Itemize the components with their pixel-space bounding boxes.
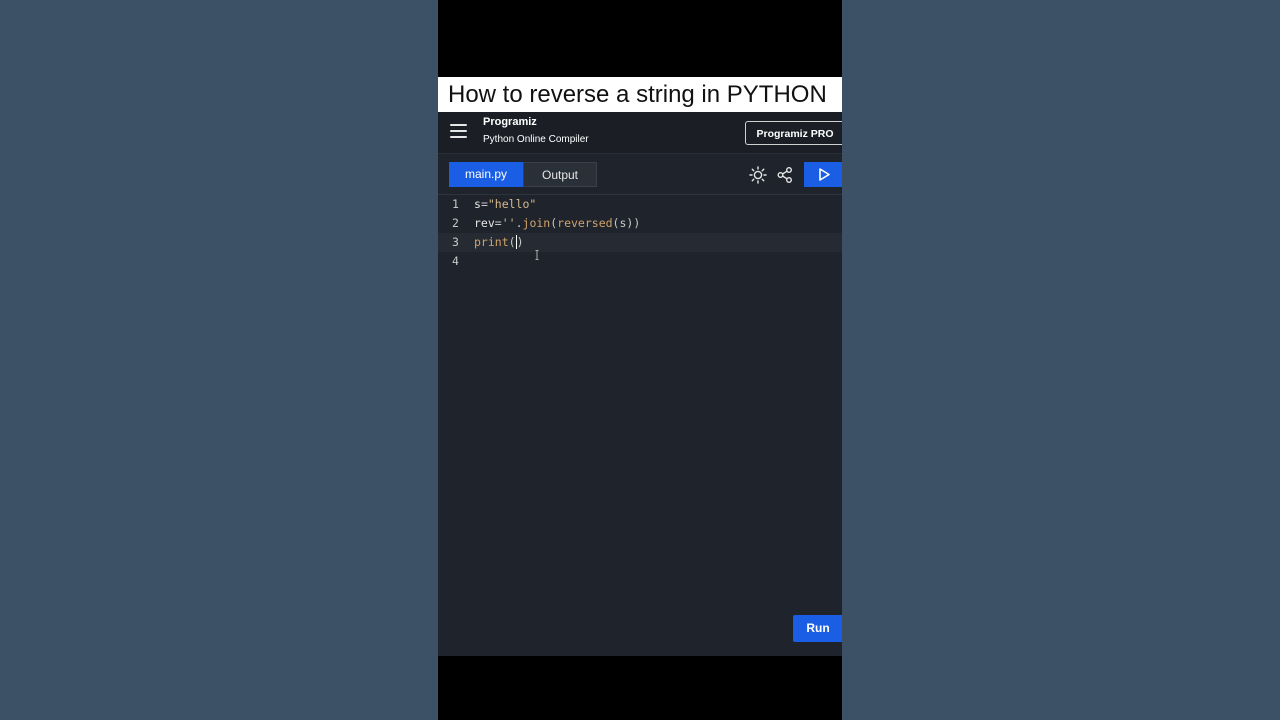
code-line: 2 rev=''.join(reversed(s)) [438, 214, 842, 233]
brand-subtitle: Python Online Compiler [483, 134, 589, 145]
code-text: s="hello" [474, 197, 537, 211]
share-icon[interactable] [776, 166, 794, 184]
video-caption: How to reverse a string in PYTHON [438, 77, 842, 112]
code-text: rev=''.join(reversed(s)) [474, 216, 641, 230]
run-button[interactable]: Run [793, 615, 842, 642]
mouse-ibeam-cursor-icon [535, 250, 539, 260]
line-number: 4 [452, 254, 459, 268]
menu-icon[interactable] [450, 124, 467, 138]
play-icon [819, 168, 830, 181]
brand-logo[interactable]: Programiz [483, 116, 537, 128]
code-line: 4 [438, 252, 842, 271]
code-line: 1 s="hello" [438, 195, 842, 214]
editor-toolbar: main.py Output [438, 154, 842, 195]
tab-main-py[interactable]: main.py [449, 162, 523, 187]
app-header: Programiz Python Online Compiler Program… [438, 112, 842, 154]
code-editor[interactable]: 1 s="hello" 2 rev=''.join(reversed(s)) 3… [438, 195, 842, 656]
sun-icon[interactable] [749, 166, 767, 184]
compiler-app: Programiz Python Online Compiler Program… [438, 112, 842, 656]
line-number: 2 [452, 216, 459, 230]
code-line-active: 3 print() [438, 233, 842, 252]
code-text: print() [474, 235, 524, 249]
line-number: 3 [452, 235, 459, 249]
run-play-button[interactable] [804, 162, 842, 187]
programiz-pro-button[interactable]: Programiz PRO [745, 121, 842, 145]
line-number: 1 [452, 197, 459, 211]
tab-output[interactable]: Output [523, 162, 597, 187]
video-frame: How to reverse a string in PYTHON Progra… [438, 0, 842, 720]
